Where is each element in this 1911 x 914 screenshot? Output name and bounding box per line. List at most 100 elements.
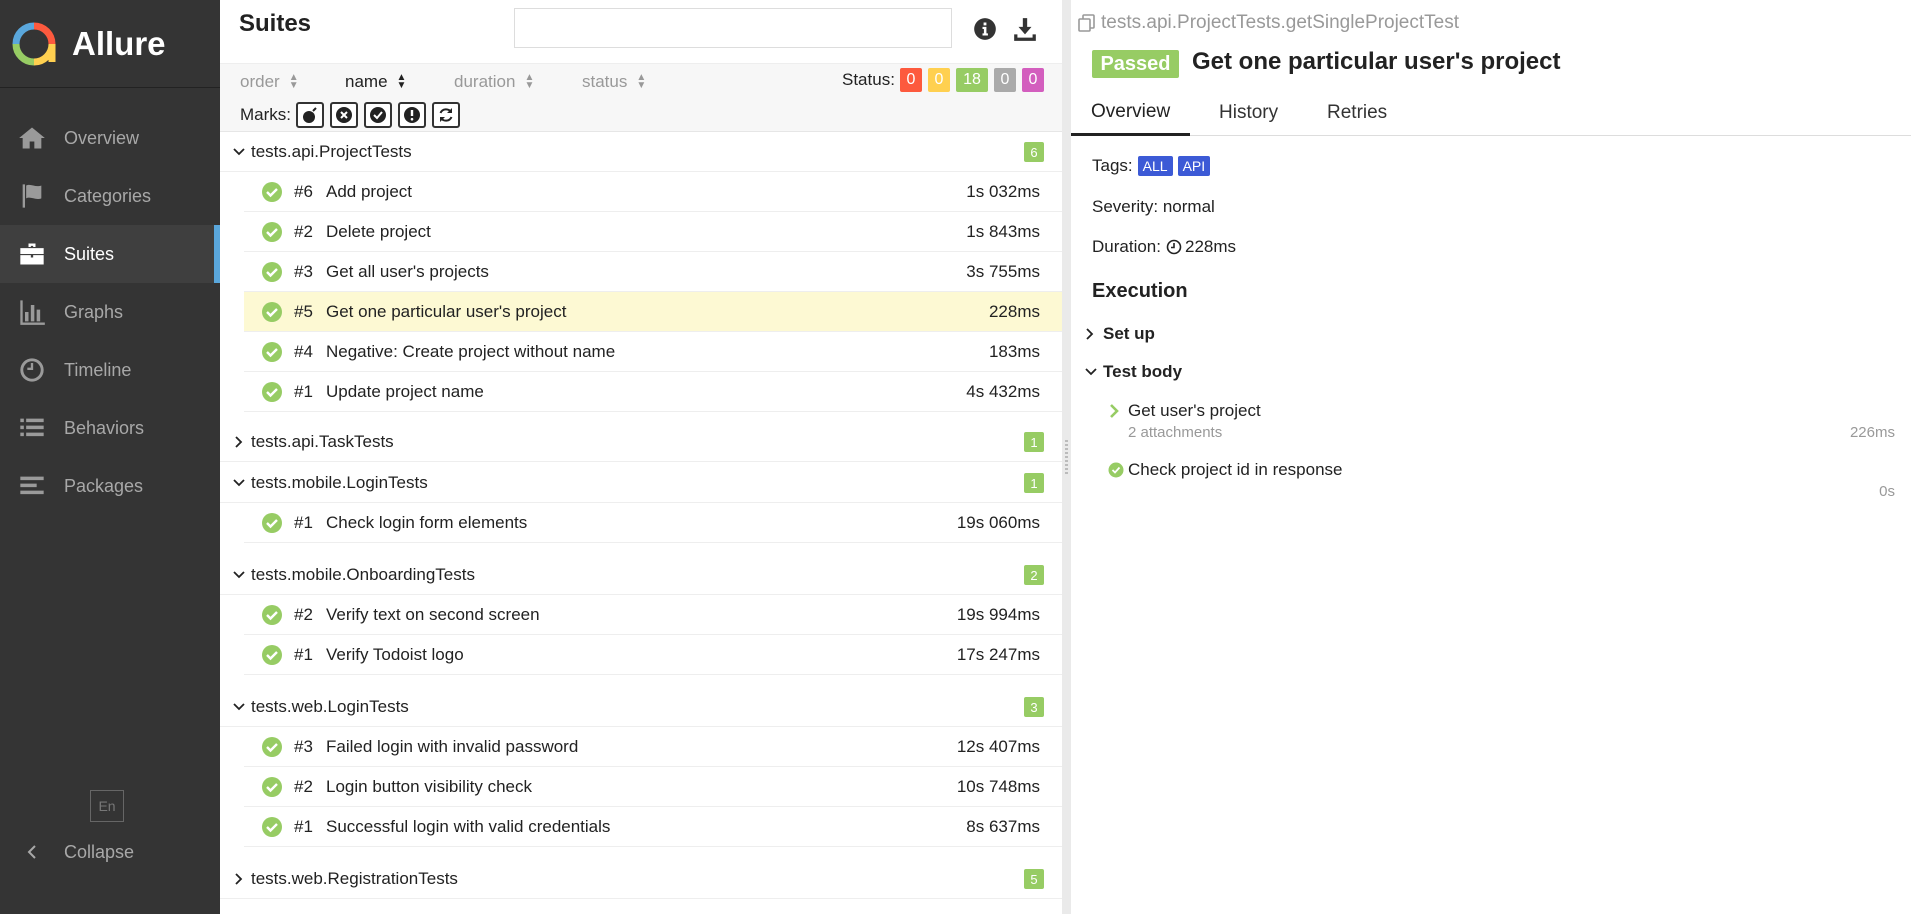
- suites-header: Suites: [220, 0, 1062, 64]
- sidebar-item-label: Graphs: [64, 301, 124, 322]
- test-number: #5: [294, 301, 313, 321]
- sidebar-item-packages[interactable]: Packages: [0, 457, 220, 515]
- test-duration: 1s 843ms: [966, 221, 1040, 241]
- sidebar-item-graphs[interactable]: Graphs: [0, 283, 220, 341]
- tab-retries[interactable]: Retries: [1327, 90, 1387, 136]
- bomb-icon: [303, 107, 317, 123]
- test-duration: 1s 032ms: [966, 181, 1040, 201]
- suites-pane: Suites order ▲ ▼ name ▲ ▼ duration ▲ ▼ status ▲…: [220, 0, 1062, 914]
- sidebar: Allure Overview Categories Suites Graphs…: [0, 0, 220, 914]
- test-number: #4: [294, 341, 313, 361]
- test-name: Update project name: [326, 381, 484, 401]
- test-row[interactable]: #3 Failed login with invalid password 12…: [244, 727, 1062, 767]
- chevron-right-icon: [233, 435, 245, 448]
- sort-arrows-icon: ▲ ▼: [396, 72, 407, 91]
- step-attachments[interactable]: 2 attachments: [1128, 424, 1222, 441]
- test-number: #2: [294, 776, 313, 796]
- chevron-down-icon: [233, 478, 245, 488]
- check-circle-icon: [370, 107, 386, 123]
- test-duration: 228ms: [988, 301, 1040, 321]
- brand[interactable]: Allure: [0, 0, 220, 88]
- mark-passed-button[interactable]: [364, 102, 392, 128]
- test-row[interactable]: #2 Verify text on second screen 19s 994m…: [244, 595, 1062, 635]
- detail-tabs: Overview History Retries: [1071, 90, 1911, 136]
- step-get-users-project[interactable]: Get user's project: [1108, 401, 1261, 421]
- test-row[interactable]: #2 Login button visibility check 10s 748…: [244, 767, 1062, 807]
- mark-flaky-button[interactable]: [296, 102, 324, 128]
- copy-icon[interactable]: [1077, 13, 1097, 33]
- test-number: #1: [294, 381, 313, 401]
- sidebar-item-suites[interactable]: Suites: [0, 225, 220, 283]
- tab-history[interactable]: History: [1219, 90, 1278, 136]
- suite-group[interactable]: tests.api.ProjectTests 6: [220, 132, 1062, 172]
- suite-group[interactable]: tests.web.LoginTests 3: [220, 687, 1062, 727]
- severity-row: Severity: normal: [1092, 197, 1215, 216]
- tab-overview[interactable]: Overview: [1071, 90, 1191, 136]
- clock-icon: [18, 356, 46, 384]
- mark-broken-button[interactable]: [398, 102, 426, 128]
- mark-retries-button[interactable]: [432, 102, 460, 128]
- test-duration: 17s 247ms: [956, 644, 1040, 664]
- collapse-button[interactable]: Collapse: [18, 836, 134, 868]
- test-row[interactable]: #1 Update project name 4s 432ms: [244, 372, 1062, 412]
- status-filter-skipped[interactable]: 0: [994, 68, 1016, 92]
- test-row[interactable]: #6 Add project 1s 032ms: [244, 172, 1062, 212]
- test-number: #2: [294, 604, 313, 624]
- status-filter-passed[interactable]: 18: [956, 68, 988, 92]
- splitter-grip[interactable]: [1065, 440, 1068, 476]
- duration-value: 228ms: [1184, 237, 1237, 256]
- suite-group[interactable]: tests.mobile.OnboardingTests 2: [220, 555, 1062, 595]
- search-input[interactable]: [514, 8, 952, 48]
- test-row[interactable]: #2 Delete project 1s 843ms: [244, 212, 1062, 252]
- tag-badge: ALL: [1137, 156, 1173, 176]
- sort-arrows-icon: ▲ ▼: [288, 72, 299, 91]
- suite-count-badge: 1: [1024, 473, 1044, 493]
- sort-order[interactable]: order ▲ ▼: [240, 70, 299, 94]
- status-filter-unknown[interactable]: 0: [1022, 68, 1044, 92]
- test-row[interactable]: #1 Successful login with valid credentia…: [244, 807, 1062, 847]
- sort-name[interactable]: name ▲ ▼: [345, 70, 406, 94]
- tag-badge: API: [1177, 156, 1211, 176]
- step-duration: 226ms: [1849, 424, 1895, 441]
- test-body-stage[interactable]: Test body: [1085, 362, 1182, 382]
- sort-arrows-icon: ▲ ▼: [524, 72, 535, 91]
- test-duration: 8s 637ms: [966, 816, 1040, 836]
- info-icon[interactable]: [972, 16, 998, 42]
- test-row[interactable]: #3 Get all user's projects 3s 755ms: [244, 252, 1062, 292]
- sidebar-item-timeline[interactable]: Timeline: [0, 341, 220, 399]
- test-number: #1: [294, 512, 313, 532]
- status-filter-failed[interactable]: 0: [900, 68, 922, 92]
- mark-failed-button[interactable]: [330, 102, 358, 128]
- test-row[interactable]: #1 Verify Todoist logo 17s 247ms: [244, 635, 1062, 675]
- test-row[interactable]: #1 Check login form elements 19s 060ms: [244, 503, 1062, 543]
- download-icon[interactable]: [1012, 16, 1038, 42]
- suite-group[interactable]: tests.web.RegistrationTests 5: [220, 859, 1062, 899]
- sort-duration[interactable]: duration ▲ ▼: [454, 70, 534, 94]
- test-row-selected[interactable]: #5 Get one particular user's project 228…: [244, 292, 1062, 332]
- marks-label: Marks:: [240, 105, 291, 124]
- execution-heading: Execution: [1092, 280, 1188, 302]
- pane-splitter[interactable]: [1062, 0, 1071, 914]
- suite-group[interactable]: tests.mobile.LoginTests 1: [220, 463, 1062, 503]
- sidebar-item-behaviors[interactable]: Behaviors: [0, 399, 220, 457]
- sort-status-label: status: [582, 72, 628, 91]
- suite-group[interactable]: tests.api.TaskTests 1: [220, 422, 1062, 462]
- setup-label: Set up: [1103, 324, 1155, 343]
- status-filter-broken[interactable]: 0: [928, 68, 950, 92]
- sidebar-nav: Overview Categories Suites Graphs Timeli…: [0, 109, 220, 515]
- language-switcher[interactable]: En: [90, 790, 124, 822]
- sidebar-item-categories[interactable]: Categories: [0, 167, 220, 225]
- sort-status[interactable]: status ▲ ▼: [582, 70, 646, 94]
- setup-stage[interactable]: Set up: [1085, 324, 1155, 344]
- sidebar-item-overview[interactable]: Overview: [0, 109, 220, 167]
- step-check-project-id[interactable]: Check project id in response: [1108, 460, 1343, 480]
- test-number: #6: [294, 181, 313, 201]
- test-row[interactable]: #4 Negative: Create project without name…: [244, 332, 1062, 372]
- test-name: Verify Todoist logo: [326, 644, 464, 664]
- allure-logo-icon: [12, 22, 56, 65]
- passed-status-icon: [262, 301, 282, 322]
- sort-name-label: name: [345, 72, 388, 91]
- test-name: Failed login with invalid password: [326, 736, 579, 756]
- test-full-path[interactable]: tests.api.ProjectTests.getSingleProjectT…: [1077, 12, 1459, 34]
- flag-icon: [18, 182, 46, 210]
